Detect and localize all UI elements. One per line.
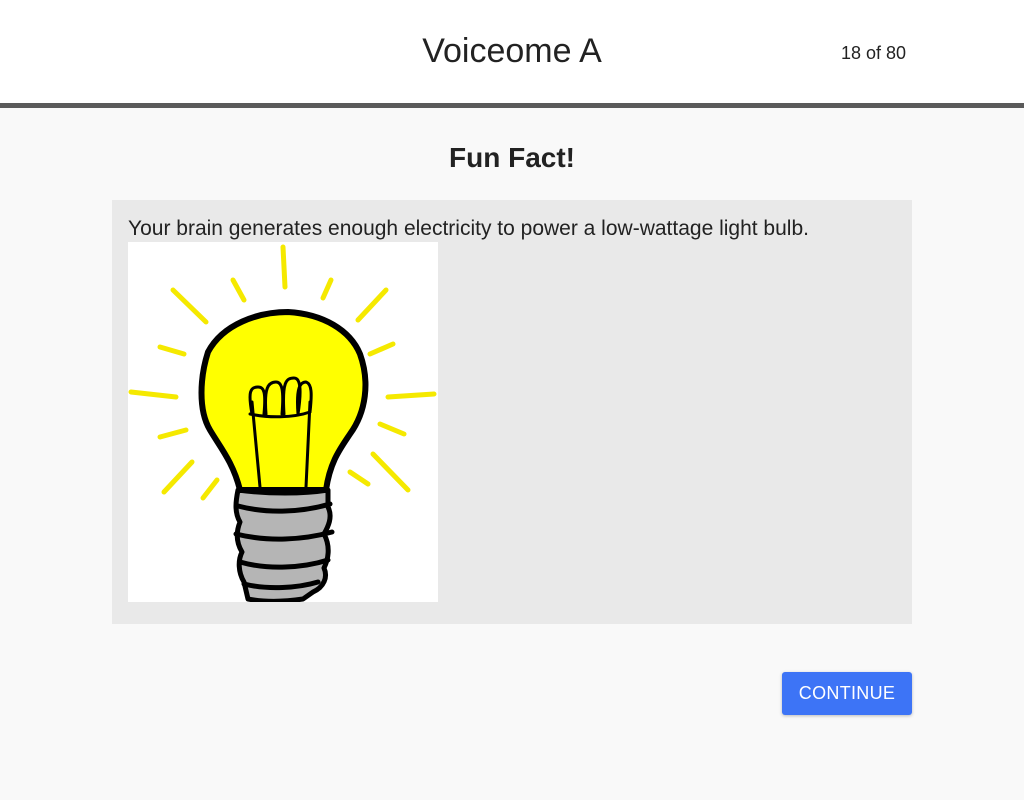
fact-card: Your brain generates enough electricity …	[112, 200, 912, 624]
page-heading: Fun Fact!	[449, 142, 575, 173]
app-header: Voiceome A 18 of 80	[0, 0, 1024, 108]
light-bulb-icon	[128, 244, 437, 602]
light-bulb-image	[128, 242, 438, 602]
continue-button[interactable]: CONTINUE	[782, 672, 912, 715]
progress-counter: 18 of 80	[840, 43, 906, 63]
fact-text: Your brain generates enough electricity …	[128, 217, 809, 240]
